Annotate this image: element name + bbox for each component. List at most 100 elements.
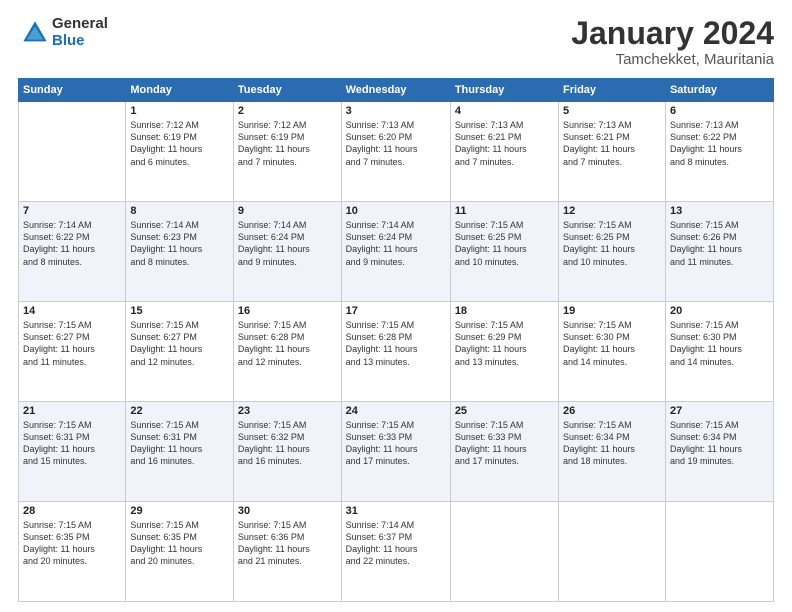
day-number: 23 [238,405,337,417]
calendar-cell: 4 Sunrise: 7:13 AM Sunset: 6:21 PM Daylig… [450,102,558,202]
day-number: 27 [670,405,769,417]
calendar-cell [19,102,126,202]
cell-info: Sunrise: 7:15 AM Sunset: 6:32 PM Dayligh… [238,419,337,468]
day-number: 4 [455,105,554,117]
calendar-cell: 30Sunrise: 7:15 AM Sunset: 6:36 PM Dayli… [233,502,341,602]
calendar-cell: 19Sunrise: 7:15 AM Sunset: 6:30 PM Dayli… [559,302,666,402]
day-number: 18 [455,305,554,317]
calendar-cell: 2Sunrise: 7:12 AM Sunset: 6:19 PM Daylig… [233,102,341,202]
cell-info: Sunrise: 7:14 AM Sunset: 6:22 PM Dayligh… [23,219,121,268]
calendar-cell: 8 Sunrise: 7:14 AM Sunset: 6:23 PM Daylig… [126,202,234,302]
calendar-cell: 7 Sunrise: 7:14 AM Sunset: 6:22 PM Daylig… [19,202,126,302]
cell-info: Sunrise: 7:15 AM Sunset: 6:25 PM Dayligh… [455,219,554,268]
calendar-cell: 10Sunrise: 7:14 AM Sunset: 6:24 PM Dayli… [341,202,450,302]
cell-info: Sunrise: 7:15 AM Sunset: 6:25 PM Dayligh… [563,219,661,268]
calendar-cell: 31 Sunrise: 7:14 AM Sunset: 6:37 PM Dayli… [341,502,450,602]
calendar-cell: 24Sunrise: 7:15 AM Sunset: 6:33 PM Dayli… [341,402,450,502]
day-number: 7 [23,205,121,217]
cell-info: Sunrise: 7:15 AM Sunset: 6:27 PM Dayligh… [23,319,121,368]
day-number: 17 [346,305,446,317]
cell-info: Sunrise: 7:14 AM Sunset: 6:24 PM Dayligh… [238,219,337,268]
day-header-saturday: Saturday [665,79,773,102]
day-number: 9 [238,205,337,217]
calendar-cell: 14 Sunrise: 7:15 AM Sunset: 6:27 PM Dayli… [19,302,126,402]
calendar-week-row: 21Sunrise: 7:15 AM Sunset: 6:31 PM Dayli… [19,402,774,502]
calendar-header-row: SundayMondayTuesdayWednesdayThursdayFrid… [19,79,774,102]
cell-info: Sunrise: 7:15 AM Sunset: 6:34 PM Dayligh… [563,419,661,468]
cell-info: Sunrise: 7:13 AM Sunset: 6:22 PM Dayligh… [670,119,769,168]
day-number: 12 [563,205,661,217]
day-number: 29 [130,505,229,517]
day-number: 31 [346,505,446,517]
day-number: 1 [130,105,229,117]
logo-text: General Blue [52,16,108,49]
day-number: 8 [130,205,229,217]
calendar-cell: 17 Sunrise: 7:15 AM Sunset: 6:28 PM Dayli… [341,302,450,402]
day-header-friday: Friday [559,79,666,102]
calendar-cell [450,502,558,602]
day-number: 15 [130,305,229,317]
calendar-cell: 28Sunrise: 7:15 AM Sunset: 6:35 PM Dayli… [19,502,126,602]
day-header-sunday: Sunday [19,79,126,102]
cell-info: Sunrise: 7:15 AM Sunset: 6:33 PM Dayligh… [455,419,554,468]
cell-info: Sunrise: 7:15 AM Sunset: 6:35 PM Dayligh… [23,519,121,568]
cell-info: Sunrise: 7:13 AM Sunset: 6:21 PM Dayligh… [563,119,661,168]
cell-info: Sunrise: 7:15 AM Sunset: 6:34 PM Dayligh… [670,419,769,468]
cell-info: Sunrise: 7:15 AM Sunset: 6:28 PM Dayligh… [238,319,337,368]
cell-info: Sunrise: 7:12 AM Sunset: 6:19 PM Dayligh… [238,119,337,168]
calendar-cell: 11 Sunrise: 7:15 AM Sunset: 6:25 PM Dayli… [450,202,558,302]
calendar-cell: 22 Sunrise: 7:15 AM Sunset: 6:31 PM Dayli… [126,402,234,502]
calendar-cell: 5 Sunrise: 7:13 AM Sunset: 6:21 PM Daylig… [559,102,666,202]
day-number: 26 [563,405,661,417]
cell-info: Sunrise: 7:13 AM Sunset: 6:21 PM Dayligh… [455,119,554,168]
calendar-cell: 16 Sunrise: 7:15 AM Sunset: 6:28 PM Dayli… [233,302,341,402]
cell-info: Sunrise: 7:15 AM Sunset: 6:36 PM Dayligh… [238,519,337,568]
month-title: January 2024 [571,16,774,51]
logo-icon [20,18,50,48]
calendar-cell: 12 Sunrise: 7:15 AM Sunset: 6:25 PM Dayli… [559,202,666,302]
day-number: 3 [346,105,446,117]
cell-info: Sunrise: 7:14 AM Sunset: 6:37 PM Dayligh… [346,519,446,568]
cell-info: Sunrise: 7:14 AM Sunset: 6:24 PM Dayligh… [346,219,446,268]
day-number: 14 [23,305,121,317]
day-number: 5 [563,105,661,117]
calendar-week-row: 1 Sunrise: 7:12 AM Sunset: 6:19 PM Daylig… [19,102,774,202]
calendar-cell: 6 Sunrise: 7:13 AM Sunset: 6:22 PM Daylig… [665,102,773,202]
location-title: Tamchekket, Mauritania [571,51,774,68]
calendar-cell: 1 Sunrise: 7:12 AM Sunset: 6:19 PM Daylig… [126,102,234,202]
day-number: 22 [130,405,229,417]
calendar-week-row: 28Sunrise: 7:15 AM Sunset: 6:35 PM Dayli… [19,502,774,602]
logo-general-label: General [52,16,108,33]
cell-info: Sunrise: 7:15 AM Sunset: 6:35 PM Dayligh… [130,519,229,568]
day-header-wednesday: Wednesday [341,79,450,102]
logo-blue-label: Blue [52,33,108,50]
calendar-cell: 25Sunrise: 7:15 AM Sunset: 6:33 PM Dayli… [450,402,558,502]
cell-info: Sunrise: 7:15 AM Sunset: 6:31 PM Dayligh… [130,419,229,468]
cell-info: Sunrise: 7:15 AM Sunset: 6:29 PM Dayligh… [455,319,554,368]
cell-info: Sunrise: 7:15 AM Sunset: 6:30 PM Dayligh… [670,319,769,368]
calendar-table: SundayMondayTuesdayWednesdayThursdayFrid… [18,78,774,602]
day-number: 16 [238,305,337,317]
calendar-cell: 29 Sunrise: 7:15 AM Sunset: 6:35 PM Dayli… [126,502,234,602]
cell-info: Sunrise: 7:12 AM Sunset: 6:19 PM Dayligh… [130,119,229,168]
calendar-cell: 18 Sunrise: 7:15 AM Sunset: 6:29 PM Dayli… [450,302,558,402]
logo: General Blue [18,16,108,49]
day-number: 11 [455,205,554,217]
header: General Blue January 2024 Tamchekket, Ma… [18,16,774,68]
day-header-tuesday: Tuesday [233,79,341,102]
day-number: 6 [670,105,769,117]
cell-info: Sunrise: 7:15 AM Sunset: 6:27 PM Dayligh… [130,319,229,368]
cell-info: Sunrise: 7:15 AM Sunset: 6:30 PM Dayligh… [563,319,661,368]
day-header-thursday: Thursday [450,79,558,102]
cell-info: Sunrise: 7:14 AM Sunset: 6:23 PM Dayligh… [130,219,229,268]
calendar-week-row: 14 Sunrise: 7:15 AM Sunset: 6:27 PM Dayli… [19,302,774,402]
calendar-cell: 26 Sunrise: 7:15 AM Sunset: 6:34 PM Dayli… [559,402,666,502]
title-block: January 2024 Tamchekket, Mauritania [571,16,774,68]
calendar-cell: 21Sunrise: 7:15 AM Sunset: 6:31 PM Dayli… [19,402,126,502]
cell-info: Sunrise: 7:15 AM Sunset: 6:33 PM Dayligh… [346,419,446,468]
calendar-week-row: 7 Sunrise: 7:14 AM Sunset: 6:22 PM Daylig… [19,202,774,302]
day-header-monday: Monday [126,79,234,102]
calendar-cell: 15 Sunrise: 7:15 AM Sunset: 6:27 PM Dayli… [126,302,234,402]
cell-info: Sunrise: 7:15 AM Sunset: 6:28 PM Dayligh… [346,319,446,368]
calendar-cell: 9 Sunrise: 7:14 AM Sunset: 6:24 PM Daylig… [233,202,341,302]
